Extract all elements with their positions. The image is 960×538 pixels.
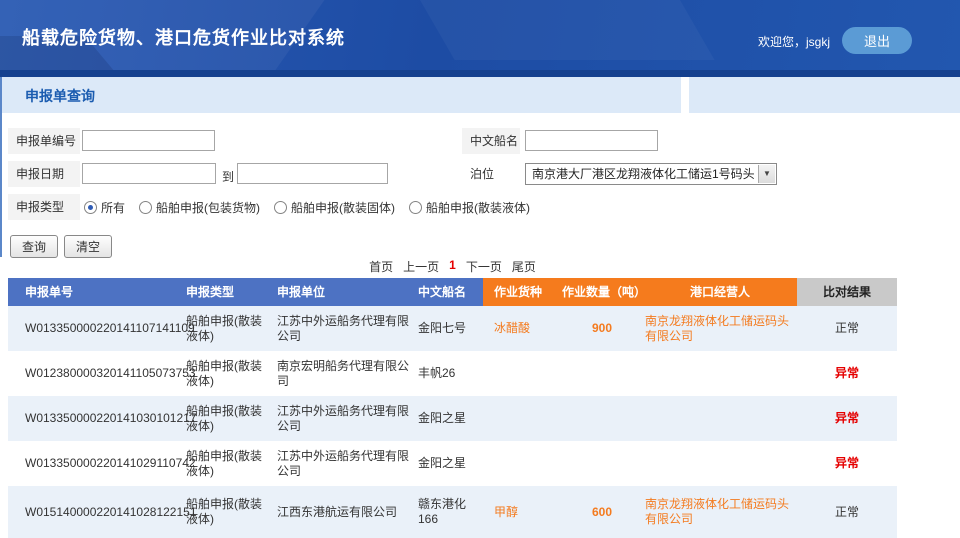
cell-agent: 江苏中外运船务代理有限公司 <box>265 404 412 434</box>
cell-cargo: 甲醇 <box>483 505 562 520</box>
radio-icon <box>409 201 422 214</box>
cell-result: 正常 <box>797 505 897 520</box>
cell-operator: 南京龙翔液体化工储运码头有限公司 <box>642 497 797 527</box>
radio-icon <box>274 201 287 214</box>
date-from-input[interactable] <box>82 163 216 184</box>
cell-ship: 丰帆26 <box>412 366 483 381</box>
chevron-down-icon: ▼ <box>758 165 775 183</box>
cell-type: 船舶申报(散装液体) <box>178 404 265 434</box>
table-row[interactable]: W013350000220141107141109 船舶申报(散装液体) 江苏中… <box>8 306 897 351</box>
radio-icon <box>84 201 97 214</box>
col-header-ship: 中文船名 <box>412 278 483 306</box>
declaration-no-label: 申报单编号 <box>8 128 80 154</box>
cell-qty: 600 <box>562 505 642 520</box>
cell-ship: 金阳七号 <box>412 321 483 336</box>
app-title: 船载危险货物、港口危货作业比对系统 <box>22 24 345 50</box>
cell-declaration-no: W013350000220141030101217 <box>8 411 178 426</box>
col-header-agent: 申报单位 <box>265 278 412 306</box>
col-header-qty: 作业数量（吨） <box>562 278 642 306</box>
cell-declaration-no: W013350000220141029110742 <box>8 456 178 471</box>
date-label: 申报日期 <box>8 161 80 187</box>
table-row[interactable]: W015140000220141028122151 船舶申报(散装液体) 江西东… <box>8 486 897 538</box>
logout-button[interactable]: 退出 <box>842 27 912 54</box>
results-table: 申报单号 申报类型 申报单位 中文船名 作业货种 作业数量（吨） 港口经营人 比… <box>8 278 897 538</box>
radio-label: 船舶申报(包装货物) <box>156 199 260 216</box>
ship-name-input[interactable] <box>525 130 658 151</box>
radio-label: 所有 <box>101 199 125 216</box>
pagination-first[interactable]: 首页 <box>369 258 393 275</box>
ship-name-label: 中文船名 <box>462 128 520 154</box>
table-body: W013350000220141107141109 船舶申报(散装液体) 江苏中… <box>8 306 897 538</box>
cell-type: 船舶申报(散装液体) <box>178 359 265 389</box>
date-to-input[interactable] <box>237 163 388 184</box>
cell-ship: 赣东港化166 <box>412 497 483 527</box>
pagination-prev[interactable]: 上一页 <box>403 258 439 275</box>
pagination-last[interactable]: 尾页 <box>512 258 536 275</box>
cell-declaration-no: W012380000320141105073753 <box>8 366 178 381</box>
col-header-operator: 港口经营人 <box>642 278 797 306</box>
col-header-cargo: 作业货种 <box>483 278 562 306</box>
cell-type: 船舶申报(散装液体) <box>178 314 265 344</box>
table-header-row: 申报单号 申报类型 申报单位 中文船名 作业货种 作业数量（吨） 港口经营人 比… <box>8 278 897 306</box>
page-title: 申报单查询 <box>25 86 95 106</box>
radio-label: 船舶申报(散装液体) <box>426 199 530 216</box>
cell-declaration-no: W015140000220141028122151 <box>8 505 178 520</box>
radio-all[interactable]: 所有 <box>84 199 125 216</box>
col-header-result: 比对结果 <box>797 278 897 306</box>
page: 船载危险货物、港口危货作业比对系统 欢迎您，jsgkj 退出 申报单查询 申报单… <box>0 0 960 538</box>
cell-result: 异常 <box>797 456 897 471</box>
cell-cargo: 冰醋酸 <box>483 321 562 336</box>
header-bottom-edge <box>0 70 960 77</box>
pagination-next[interactable]: 下一页 <box>466 258 502 275</box>
cell-result: 异常 <box>797 411 897 426</box>
berth-label: 泊位 <box>462 161 520 187</box>
app-header: 船载危险货物、港口危货作业比对系统 欢迎您，jsgkj 退出 <box>0 0 960 70</box>
section-band <box>2 77 681 113</box>
cell-result: 正常 <box>797 321 897 336</box>
section-band-right <box>689 77 960 113</box>
radio-packaged-goods[interactable]: 船舶申报(包装货物) <box>139 199 260 216</box>
left-border <box>0 77 2 257</box>
cell-operator: 南京龙翔液体化工储运码头有限公司 <box>642 314 797 344</box>
cell-agent: 江苏中外运船务代理有限公司 <box>265 314 412 344</box>
radio-label: 船舶申报(散装固体) <box>291 199 395 216</box>
cell-result: 异常 <box>797 366 897 381</box>
col-header-type: 申报类型 <box>178 278 265 306</box>
berth-select[interactable]: 南京港大厂港区龙翔液体化工储运1号码头 ▼ <box>525 163 777 185</box>
cell-ship: 金阳之星 <box>412 411 483 426</box>
radio-bulk-solid[interactable]: 船舶申报(散装固体) <box>274 199 395 216</box>
table-row[interactable]: W013350000220141030101217 船舶申报(散装液体) 江苏中… <box>8 396 897 441</box>
radio-bulk-liquid[interactable]: 船舶申报(散装液体) <box>409 199 530 216</box>
radio-icon <box>139 201 152 214</box>
cell-qty: 900 <box>562 321 642 336</box>
header-decoration <box>385 0 714 60</box>
cell-agent: 江西东港航运有限公司 <box>265 505 412 520</box>
date-to-label: 到 <box>222 168 234 185</box>
pagination-current-page: 1 <box>449 258 456 275</box>
cell-agent: 南京宏明船务代理有限公司 <box>265 359 412 389</box>
cell-ship: 金阳之星 <box>412 456 483 471</box>
query-button[interactable]: 查询 <box>10 235 58 258</box>
cell-type: 船舶申报(散装液体) <box>178 449 265 479</box>
cell-type: 船舶申报(散装液体) <box>178 497 265 527</box>
pagination: 首页 上一页 1 下一页 尾页 <box>8 258 897 275</box>
table-row[interactable]: W013350000220141029110742 船舶申报(散装液体) 江苏中… <box>8 441 897 486</box>
welcome-text: 欢迎您，jsgkj <box>758 33 830 50</box>
clear-button[interactable]: 清空 <box>64 235 112 258</box>
declaration-no-input[interactable] <box>82 130 215 151</box>
cell-declaration-no: W013350000220141107141109 <box>8 321 178 336</box>
berth-select-value: 南京港大厂港区龙翔液体化工储运1号码头 <box>532 167 755 181</box>
type-label: 申报类型 <box>8 194 80 220</box>
col-header-declaration-no: 申报单号 <box>8 278 178 306</box>
cell-agent: 江苏中外运船务代理有限公司 <box>265 449 412 479</box>
declaration-type-radio-group: 所有 船舶申报(包装货物) 船舶申报(散装固体) 船舶申报(散装液体) <box>84 199 530 216</box>
table-row[interactable]: W012380000320141105073753 船舶申报(散装液体) 南京宏… <box>8 351 897 396</box>
